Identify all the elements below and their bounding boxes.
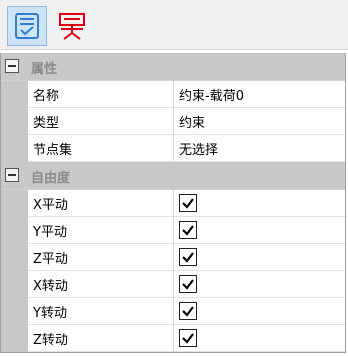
- property-row-type[interactable]: 类型 约束: [1, 108, 345, 135]
- checkbox[interactable]: [179, 194, 197, 212]
- property-view-button[interactable]: [7, 6, 47, 46]
- dof-name: Y平动: [28, 217, 174, 244]
- property-value[interactable]: 约束-载荷0: [174, 81, 345, 108]
- dof-row-z-rotation[interactable]: Z转动: [1, 325, 345, 352]
- collapse-icon[interactable]: [5, 168, 19, 182]
- checkmark-icon: [182, 198, 194, 209]
- toolbar: [0, 0, 348, 50]
- property-name: 名称: [28, 81, 174, 108]
- category-dof[interactable]: 自由度: [1, 162, 345, 190]
- dof-name: Z转动: [28, 325, 174, 352]
- constraint-button[interactable]: [52, 6, 92, 46]
- dof-name: Y转动: [28, 298, 174, 325]
- dof-row-x-translation[interactable]: X平动: [1, 190, 345, 217]
- property-row-node-set[interactable]: 节点集 无选择: [1, 135, 345, 162]
- checkbox[interactable]: [179, 275, 197, 293]
- category-label: 属性: [31, 62, 58, 77]
- property-name: 节点集: [28, 135, 174, 162]
- dof-name: X转动: [28, 271, 174, 298]
- checkmark-icon: [182, 252, 194, 263]
- property-row-name[interactable]: 名称 约束-载荷0: [1, 81, 345, 108]
- checkmark-icon: [182, 225, 194, 236]
- category-properties[interactable]: 属性: [1, 53, 345, 81]
- dof-row-y-rotation[interactable]: Y转动: [1, 298, 345, 325]
- category-label: 自由度: [31, 171, 71, 186]
- property-grid: 属性 名称 约束-载荷0 类型 约束 节点集 无选择 自由度 X平动 Y平动 Z…: [0, 53, 346, 353]
- checkbox[interactable]: [179, 329, 197, 347]
- collapse-icon[interactable]: [5, 59, 19, 73]
- property-value[interactable]: 约束: [174, 108, 345, 135]
- dof-name: X平动: [28, 190, 174, 217]
- checkmark-icon: [182, 279, 194, 290]
- checkbox[interactable]: [179, 221, 197, 239]
- checkbox[interactable]: [179, 302, 197, 320]
- checkmark-icon: [182, 333, 194, 344]
- dof-row-y-translation[interactable]: Y平动: [1, 217, 345, 244]
- dof-row-z-translation[interactable]: Z平动: [1, 244, 345, 271]
- property-name: 类型: [28, 108, 174, 135]
- checkbox[interactable]: [179, 248, 197, 266]
- constraint-node-icon: [59, 13, 85, 40]
- checkmark-icon: [182, 306, 194, 317]
- property-list-icon: [15, 13, 39, 39]
- dof-name: Z平动: [28, 244, 174, 271]
- property-value[interactable]: 无选择: [174, 135, 345, 162]
- dof-row-x-rotation[interactable]: X转动: [1, 271, 345, 298]
